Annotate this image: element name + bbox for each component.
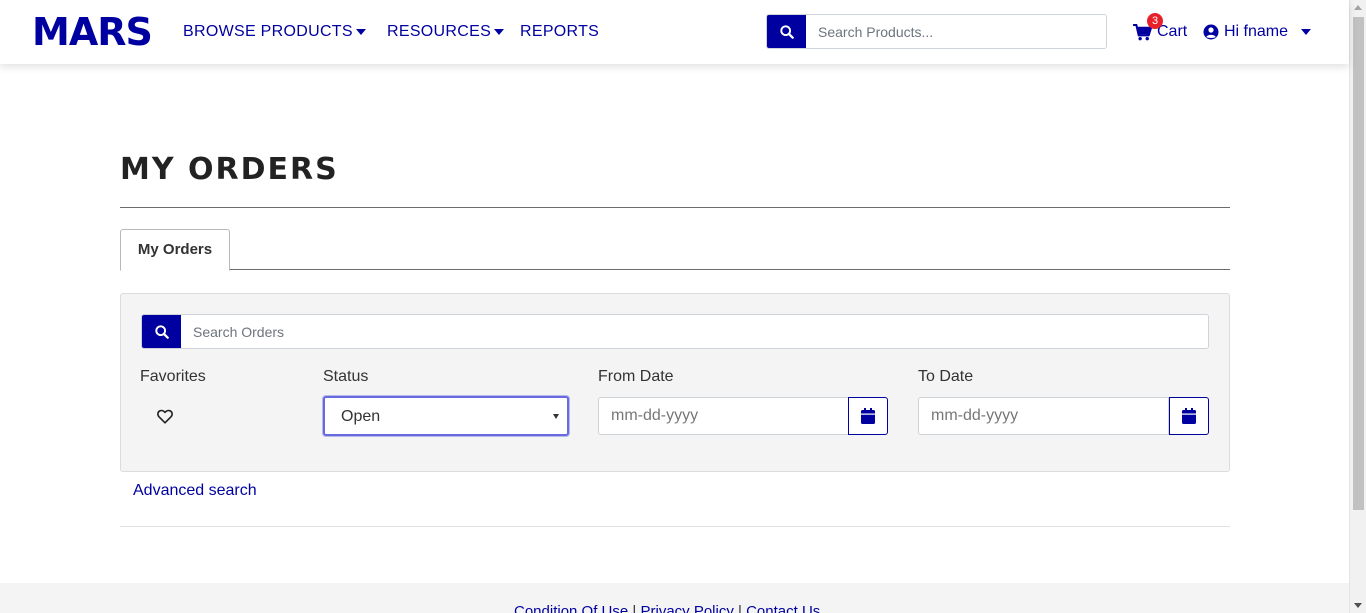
mars-logo[interactable]: MARS	[32, 13, 153, 51]
scroll-thumb[interactable]	[1353, 17, 1364, 510]
search-icon	[154, 324, 169, 339]
search-icon	[779, 24, 794, 39]
footer-link-contact[interactable]: Contact Us	[746, 603, 820, 613]
favorites-toggle[interactable]	[155, 406, 175, 426]
nav-reports-label: REPORTS	[520, 23, 600, 40]
divider	[120, 207, 1230, 208]
footer-separator: |	[738, 603, 747, 613]
to-date-calendar-button[interactable]	[1169, 397, 1209, 435]
favorites-label: Favorites	[140, 368, 206, 385]
scroll-up-icon[interactable]	[1354, 5, 1362, 10]
nav-browse-products[interactable]: BROWSE PRODUCTS	[183, 22, 353, 42]
footer-link-privacy[interactable]: Privacy Policy	[640, 603, 733, 613]
nav-reports[interactable]: REPORTS	[520, 22, 599, 42]
orders-search-button[interactable]	[142, 315, 181, 348]
chevron-down-icon	[1301, 29, 1312, 35]
scroll-down-icon[interactable]	[1354, 603, 1362, 608]
divider	[120, 526, 1230, 527]
chevron-down-icon	[553, 414, 559, 419]
status-label: Status	[323, 368, 369, 385]
advanced-search-link[interactable]: Advanced search	[133, 482, 257, 500]
page-title: MY ORDERS	[120, 152, 339, 187]
user-circle-icon	[1203, 24, 1219, 40]
to-date-label: To Date	[918, 368, 974, 385]
chevron-down-icon[interactable]	[356, 29, 366, 35]
to-date-input[interactable]	[918, 397, 1169, 435]
from-date-input[interactable]	[598, 397, 849, 435]
calendar-icon	[861, 408, 875, 424]
cart-label: Cart	[1157, 23, 1188, 40]
from-date-calendar-button[interactable]	[848, 397, 888, 435]
nav-resources[interactable]: RESOURCES	[387, 22, 491, 42]
nav-resources-label: RESOURCES	[387, 23, 492, 40]
orders-search	[141, 314, 1209, 349]
footer-links: Condition Of Use | Privacy Policy | Cont…	[514, 603, 820, 613]
heart-icon	[157, 409, 173, 424]
user-greeting: Hi fname	[1224, 23, 1289, 40]
chevron-down-icon[interactable]	[494, 29, 504, 35]
user-menu[interactable]: Hi fname	[1203, 22, 1312, 42]
product-search-input[interactable]	[806, 15, 1106, 48]
status-select[interactable]: Open	[323, 396, 569, 436]
product-search	[766, 14, 1107, 49]
nav-browse-products-label: BROWSE PRODUCTS	[183, 23, 353, 40]
calendar-icon	[1182, 408, 1196, 424]
tab-my-orders[interactable]: My Orders	[120, 229, 230, 271]
tab-divider	[120, 269, 1230, 270]
cart-count-badge: 3	[1147, 13, 1163, 29]
top-navbar: MARS BROWSE PRODUCTS RESOURCES REPORTS C…	[0, 0, 1349, 64]
from-date-label: From Date	[598, 368, 674, 385]
footer-link-terms[interactable]: Condition Of Use	[514, 603, 628, 613]
page-scrollbar[interactable]	[1349, 0, 1366, 613]
status-selected-value: Open	[341, 408, 381, 425]
product-search-button[interactable]	[767, 15, 806, 48]
orders-search-input[interactable]	[181, 315, 1208, 348]
